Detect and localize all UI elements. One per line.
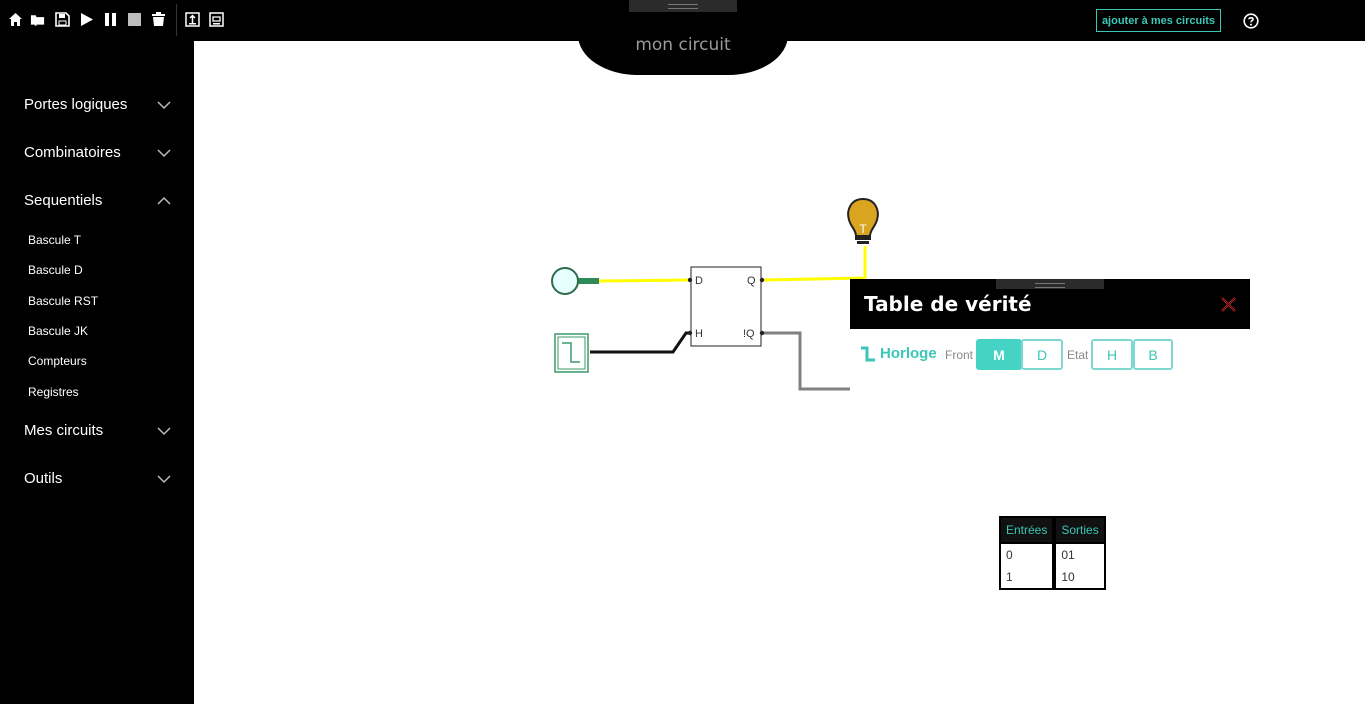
column-header-sorties: Sorties xyxy=(1054,516,1106,544)
etat-label: Etat xyxy=(1067,348,1089,362)
front-option-d[interactable]: D xyxy=(1021,339,1063,370)
pin-q-dot[interactable] xyxy=(759,277,765,283)
truth-table-title: Table de vérité xyxy=(864,292,1032,316)
table-cell: 10 xyxy=(1054,566,1106,590)
pin-h-label: H xyxy=(695,328,703,340)
table-row: 0 01 xyxy=(999,544,1106,566)
wire-clock-to-h[interactable] xyxy=(590,331,692,354)
front-label: Front xyxy=(945,348,974,362)
lamp-output[interactable]: T xyxy=(847,197,879,244)
truth-table-drag-handle[interactable] xyxy=(996,279,1104,289)
table-cell: 0 xyxy=(999,544,1055,566)
column-header-entrees: Entrées xyxy=(999,516,1055,544)
pin-nq-label: !Q xyxy=(743,328,755,340)
wire-q-to-lamp[interactable] xyxy=(762,246,867,282)
clock-component[interactable] xyxy=(554,333,589,373)
truth-table-header-row: Entrées Sorties xyxy=(999,516,1106,544)
close-icon[interactable] xyxy=(1220,296,1237,313)
pin-h-dot[interactable] xyxy=(687,330,693,336)
pin-d-dot[interactable] xyxy=(687,277,693,283)
wire-input-to-d[interactable] xyxy=(596,278,691,283)
pin-d-label: D xyxy=(695,275,703,287)
truth-table: Entrées Sorties 0 01 1 10 xyxy=(999,516,1106,590)
wire-nq-output[interactable] xyxy=(763,331,850,391)
pin-nq-dot[interactable] xyxy=(759,330,765,336)
input-switch[interactable] xyxy=(551,267,599,295)
front-option-m[interactable]: M xyxy=(976,339,1022,370)
etat-option-b[interactable]: B xyxy=(1133,339,1173,370)
table-row: 1 10 xyxy=(999,566,1106,590)
lamp-label: T xyxy=(859,222,867,236)
table-cell: 1 xyxy=(999,566,1055,590)
pin-q-label: Q xyxy=(747,275,756,287)
clock-label: Horloge xyxy=(880,345,937,362)
etat-option-h[interactable]: H xyxy=(1091,339,1133,370)
table-cell: 01 xyxy=(1054,544,1106,566)
clock-signal-icon xyxy=(859,346,876,362)
